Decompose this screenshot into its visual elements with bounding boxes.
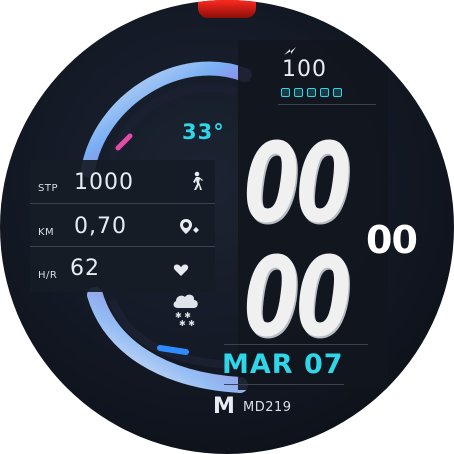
watch-face: 100 33° STP 1000 KM 0,70 H/R 62 ✱ ✱ ✱ ✱ … xyxy=(0,0,454,454)
steps-value: 1000 xyxy=(74,170,134,195)
svg-text:✱ ✱: ✱ ✱ xyxy=(179,319,195,328)
minutes-digits: 00 xyxy=(244,233,351,361)
stats-divider xyxy=(30,203,215,204)
snow-cloud-icon: ✱ ✱ ✱ ✱ xyxy=(170,290,200,332)
heart-rate-label: H/R xyxy=(38,270,58,281)
stats-divider xyxy=(30,246,215,247)
location-pin-icon xyxy=(178,218,202,240)
date-label: MAR 07 xyxy=(222,349,344,380)
distance-value: 0,70 xyxy=(74,214,127,239)
hours-digits: 00 xyxy=(244,119,351,247)
seconds-digits: 00 xyxy=(366,218,418,262)
heart-icon xyxy=(173,262,189,281)
battery-level-dots xyxy=(281,88,342,97)
walking-icon xyxy=(188,171,204,195)
lightning-icon xyxy=(282,42,298,55)
steps-label: STP xyxy=(38,183,58,194)
model-label: MD219 xyxy=(243,400,292,415)
date-bottom-separator xyxy=(224,384,344,385)
date-top-separator xyxy=(224,344,368,345)
battery-value: 100 xyxy=(282,57,327,82)
battery-separator xyxy=(278,104,376,105)
temperature: 33° xyxy=(182,120,225,144)
brand-logo: M xyxy=(213,394,235,419)
distance-label: KM xyxy=(38,227,55,238)
heart-rate-value: 62 xyxy=(70,256,100,281)
